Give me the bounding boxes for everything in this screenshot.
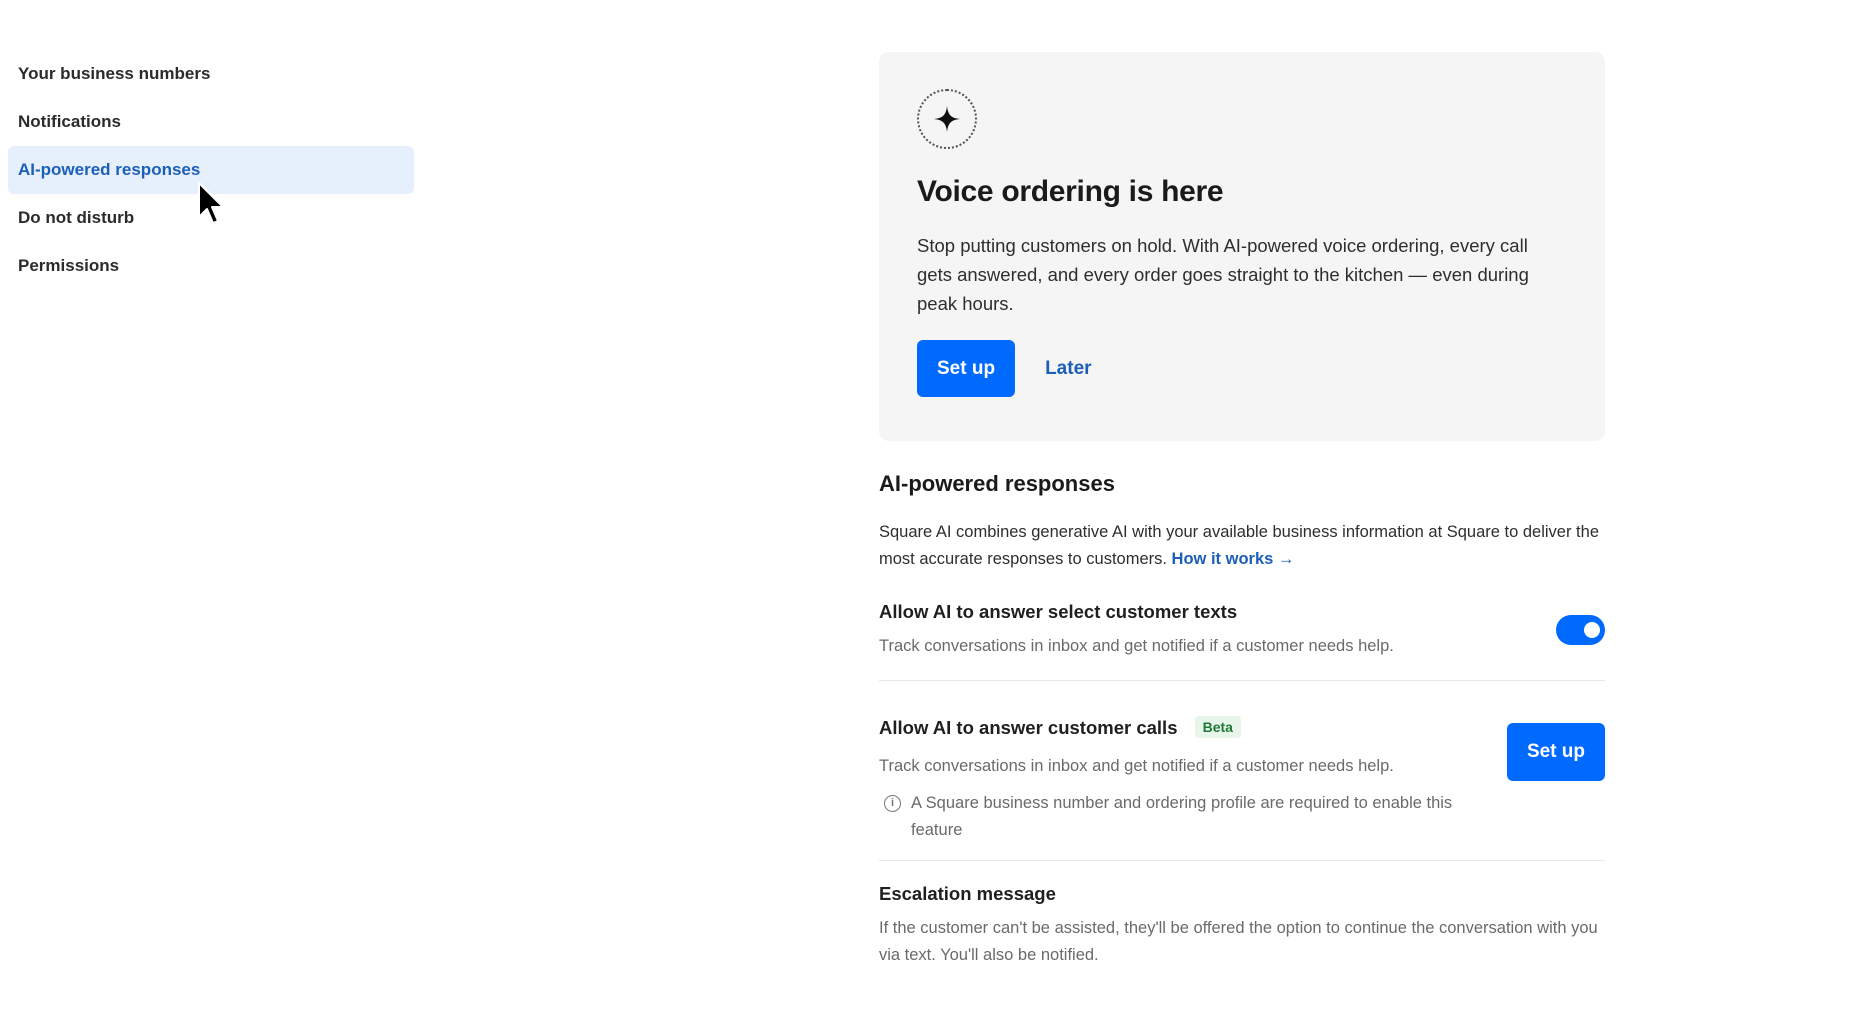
setting-ai-calls-requirement-text: A Square business number and ordering pr… [911,794,1453,839]
sidebar-item-business-numbers[interactable]: Your business numbers [8,50,414,98]
settings-sidebar: Your business numbers Notifications AI-p… [8,50,414,290]
setting-ai-texts-title: Allow AI to answer select customer texts [879,601,1238,622]
promo-setup-button[interactable]: Set up [917,340,1016,397]
sidebar-item-notifications[interactable]: Notifications [8,98,414,146]
promo-later-button[interactable]: Later [1045,358,1091,380]
sidebar-item-permissions[interactable]: Permissions [8,242,414,290]
setting-ai-texts: Allow AI to answer select customer texts… [879,601,1605,681]
toggle-knob [1584,622,1600,638]
setting-ai-calls-title-row: Allow AI to answer customer calls Beta [879,716,1605,739]
settings-page: Your business numbers Notifications AI-p… [0,0,1853,1035]
promo-actions: Set up Later [917,340,1567,397]
sparkle-icon [917,89,977,149]
sidebar-item-label: AI-powered responses [18,160,201,179]
setting-escalation: Escalation message If the customer can't… [879,861,1605,969]
ai-texts-toggle[interactable] [1556,615,1605,645]
setting-ai-calls: Allow AI to answer customer calls Beta T… [879,681,1605,861]
setting-escalation-title: Escalation message [879,883,1056,904]
voice-ordering-promo-card: Voice ordering is here Stop putting cust… [879,52,1605,441]
promo-body: Stop putting customers on hold. With AI-… [917,235,1529,314]
main-content: Voice ordering is here Stop putting cust… [879,52,1605,969]
info-icon: i [884,795,901,812]
how-it-works-link[interactable]: How it works → [1172,550,1295,568]
setting-ai-calls-description: Track conversations in inbox and get not… [879,757,1394,775]
setting-ai-calls-title: Allow AI to answer customer calls [879,717,1178,738]
promo-title: Voice ordering is here [917,175,1224,208]
setting-ai-texts-description: Track conversations in inbox and get not… [879,637,1394,655]
ai-calls-setup-button[interactable]: Set up [1506,723,1605,781]
sidebar-item-label: Permissions [18,256,120,275]
beta-badge: Beta [1194,716,1241,738]
mouse-cursor-icon [198,182,224,224]
ai-responses-section-title: AI-powered responses [879,471,1115,496]
setting-escalation-description: If the customer can't be assisted, they'… [879,919,1598,964]
sidebar-item-label: Do not disturb [18,208,135,227]
ai-responses-description: Square AI combines generative AI with yo… [879,519,1605,573]
sidebar-item-label: Notifications [18,112,121,131]
sidebar-item-label: Your business numbers [18,64,211,83]
setting-ai-calls-requirement: i A Square business number and ordering … [879,790,1479,844]
